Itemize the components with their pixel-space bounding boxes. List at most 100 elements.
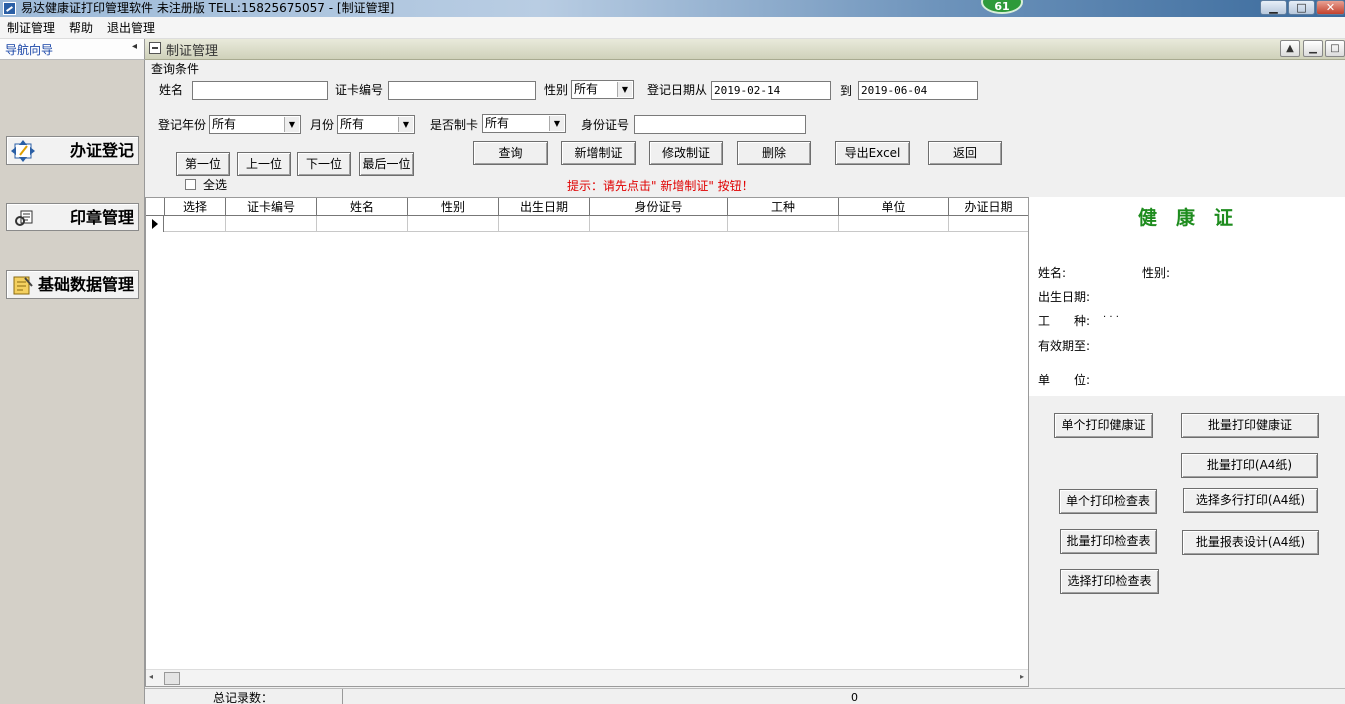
inner-scroll-up-button[interactable]: ▲ [1280,40,1300,57]
menu-exit[interactable]: 退出管理 [107,20,155,36]
inner-window-title: 制证管理 [166,44,219,59]
col-gender[interactable]: 性别 [407,198,498,216]
id-no-label: 身份证号 [581,118,630,132]
card-birth-label: 出生日期: [1038,290,1091,304]
gender-label: 性别 [544,83,569,97]
inner-maximize-button[interactable]: □ [1325,40,1345,57]
month-select[interactable]: 所有 ▼ [337,115,415,134]
nav-register-button[interactable]: 办证登记 [6,136,139,165]
nav-title: 导航向导 [5,43,54,57]
inner-minimize-button[interactable]: ▁ [1303,40,1323,57]
gender-value: 所有 [574,82,599,96]
back-button[interactable]: 返回 [928,141,1002,165]
single-print-check-button[interactable]: 单个打印检查表 [1059,489,1157,514]
row-cell-divider [498,216,499,232]
chevron-down-icon: ▼ [549,116,564,131]
grid-header: 选择 证卡编号 姓名 性别 出生日期 身份证号 工种 单位 办证日期 [146,198,1028,216]
nav-register-label: 办证登记 [69,141,134,160]
menu-help[interactable]: 帮助 [69,20,93,36]
batch-print-cert-button[interactable]: 批量打印健康证 [1181,413,1319,438]
nav-header: 导航向导 ◂ [0,39,145,60]
made-card-label: 是否制卡 [430,118,479,132]
close-button[interactable]: ✕ [1316,0,1345,15]
last-record-button[interactable]: 最后一位 [359,152,414,176]
seal-icon [15,210,33,226]
id-no-input[interactable] [634,115,806,134]
prev-record-button[interactable]: 上一位 [237,152,291,176]
select-print-check-button[interactable]: 选择打印检查表 [1060,569,1159,594]
certificate-title: 健康证 [1137,207,1252,229]
edit-cert-button[interactable]: 修改制证 [649,141,723,165]
col-birth-date[interactable]: 出生日期 [498,198,589,216]
nav-panel: 办证登记 印章管理 基础数据管理 [0,60,145,704]
select-all-checkbox[interactable] [185,179,196,190]
made-card-select[interactable]: 所有 ▼ [482,114,566,133]
window-title: 易达健康证打印管理软件 未注册版 TELL:15825675057 - [制证管… [21,1,395,15]
nav-collapse-icon[interactable]: ◂ [132,41,137,52]
menu-cert-management[interactable]: 制证管理 [7,20,55,36]
delete-button[interactable]: 删除 [737,141,811,165]
date-from-label: 登记日期从 [647,83,708,97]
card-unit-label: 单 位: [1038,373,1091,387]
status-bar: 总记录数： 0 [145,688,1345,704]
next-record-button[interactable]: 下一位 [297,152,351,176]
col-name[interactable]: 姓名 [316,198,407,216]
date-from-input[interactable]: 2019-02-14 [711,81,831,100]
horizontal-scrollbar[interactable]: ◂ ▸ [146,669,1028,686]
chevron-up-icon: ▲ [1286,43,1294,54]
nav-basedata-button[interactable]: 基础数据管理 [6,270,139,299]
hint-text: 提示：请先点击" 新增制证" 按钮！ [567,179,754,193]
scroll-left-icon[interactable]: ◂ [149,672,153,681]
row-pointer-icon [146,216,164,232]
col-card-no[interactable]: 证卡编号 [225,198,316,216]
month-label: 月份 [310,118,335,132]
print-actions-panel: 单个打印健康证 批量打印健康证 批量打印(A4纸) 单个打印检查表 选择多行打印… [1029,396,1345,688]
minimize-button[interactable]: ▁ [1260,0,1287,15]
col-job[interactable]: 工种 [727,198,838,216]
year-select[interactable]: 所有 ▼ [209,115,301,134]
app-icon [3,2,16,15]
multi-row-print-a4-button[interactable]: 选择多行打印(A4纸) [1183,488,1318,513]
maximize-button[interactable]: □ [1288,0,1315,15]
card-no-input[interactable] [388,81,536,100]
window-titlebar: 易达健康证打印管理软件 未注册版 TELL:15825675057 - [制证管… [0,0,1345,17]
gender-select[interactable]: 所有 ▼ [571,80,634,99]
first-record-button[interactable]: 第一位 [176,152,230,176]
chevron-down-icon: ▼ [617,82,632,97]
col-unit[interactable]: 单位 [838,198,948,216]
col-select[interactable]: 选择 [164,198,225,216]
name-label: 姓名 [159,83,184,97]
date-to-label: 到 [840,84,853,98]
card-name-label: 姓名: [1038,266,1067,280]
table-row[interactable] [146,216,1028,232]
close-icon: ✕ [1325,1,1336,14]
nav-basedata-label: 基础数据管理 [37,275,134,294]
card-job-value: · · · [1103,312,1119,323]
batch-print-check-button[interactable]: 批量打印检查表 [1060,529,1157,554]
date-to-input[interactable]: 2019-06-04 [858,81,978,100]
single-print-cert-button[interactable]: 单个打印健康证 [1054,413,1153,438]
row-cell-divider [838,216,839,232]
query-group-title: 查询条件 [151,62,200,76]
card-job-label: 工 种: [1038,314,1091,328]
col-id-no[interactable]: 身份证号 [589,198,727,216]
query-panel: 查询条件 姓名 证卡编号 性别 所有 ▼ 登记日期从 2019-02-14 到 … [145,60,1345,197]
export-excel-button[interactable]: 导出Excel [835,141,910,165]
status-cell: 总记录数： [145,689,343,704]
add-cert-button[interactable]: 新增制证 [561,141,636,165]
notification-badge[interactable]: 61 [981,0,1023,14]
collapse-box-icon[interactable] [149,42,161,54]
minimize-icon: ▁ [1309,43,1317,54]
name-input[interactable] [192,81,328,100]
inner-window-header: 制证管理 ▲ ▁ □ [145,39,1345,60]
month-value: 所有 [340,117,365,131]
nav-seal-button[interactable]: 印章管理 [6,203,139,231]
col-issue-date[interactable]: 办证日期 [948,198,1028,216]
scrollbar-thumb[interactable] [164,672,180,685]
scroll-right-icon[interactable]: ▸ [1020,672,1024,681]
batch-print-a4-button[interactable]: 批量打印(A4纸) [1181,453,1318,478]
batch-report-design-button[interactable]: 批量报表设计(A4纸) [1182,530,1319,555]
search-button[interactable]: 查询 [473,141,548,165]
total-records-value: 0 [851,691,858,704]
database-icon [13,276,33,295]
